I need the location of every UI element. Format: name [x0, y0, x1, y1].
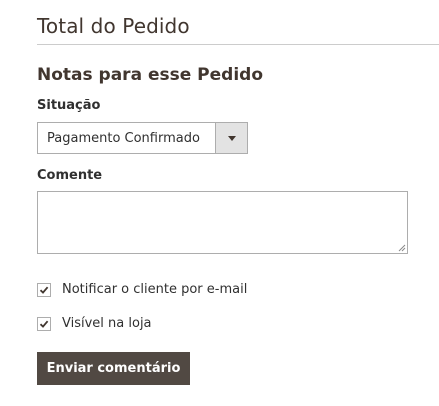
- comment-label: Comente: [37, 168, 103, 183]
- comment-textarea[interactable]: [37, 191, 408, 254]
- notify-customer-checkbox[interactable]: [37, 282, 51, 297]
- checkmark-icon: [39, 286, 49, 294]
- section-title: Total do Pedido: [37, 14, 190, 38]
- status-label: Situação: [37, 98, 101, 113]
- order-notes-panel: Total do Pedido Notas para esse Pedido S…: [0, 0, 439, 406]
- chevron-down-icon: [227, 135, 236, 141]
- notify-customer-option[interactable]: Notificar o cliente por e-mail: [37, 282, 247, 297]
- visible-on-storefront-label: Visível na loja: [62, 316, 152, 331]
- resize-grip-icon[interactable]: [398, 244, 406, 252]
- notes-title: Notas para esse Pedido: [37, 65, 264, 85]
- status-select-toggle[interactable]: [215, 123, 247, 153]
- checkmark-icon: [39, 320, 49, 328]
- visible-on-storefront-option[interactable]: Visível na loja: [37, 316, 152, 331]
- visible-on-storefront-checkbox[interactable]: [37, 316, 51, 331]
- submit-comment-button[interactable]: Enviar comentário: [37, 352, 190, 385]
- section-divider: [37, 44, 439, 45]
- status-select[interactable]: Pagamento Confirmado: [37, 122, 248, 154]
- status-select-value: Pagamento Confirmado: [47, 130, 200, 146]
- notify-customer-label: Notificar o cliente por e-mail: [62, 282, 248, 297]
